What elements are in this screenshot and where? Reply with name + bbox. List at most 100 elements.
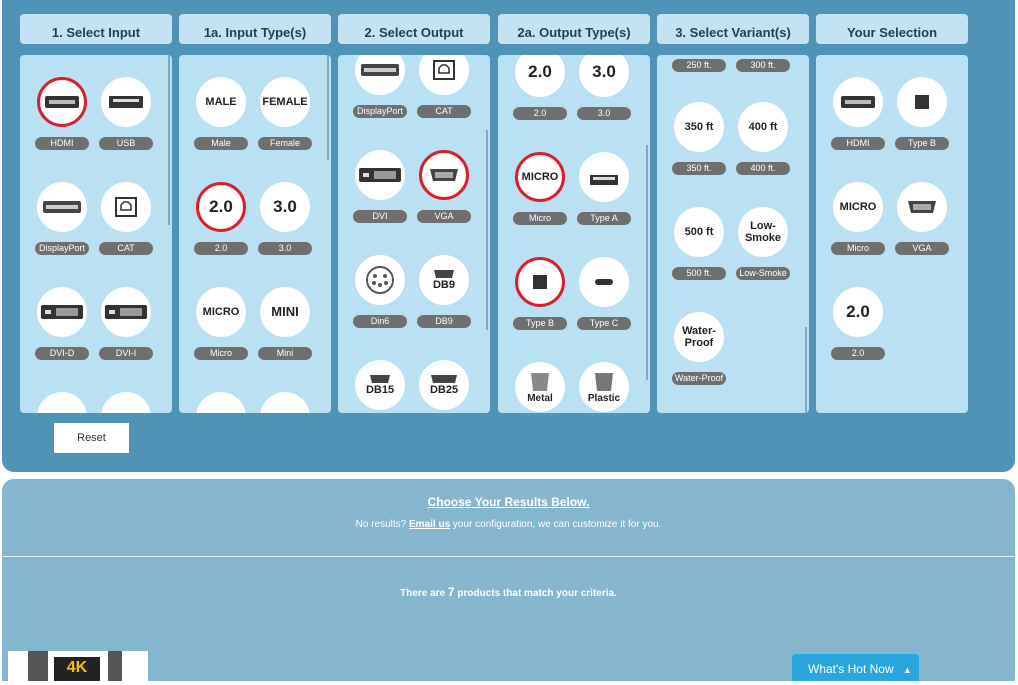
option-label: Type B — [895, 137, 949, 150]
option-female[interactable]: FEMALE Female — [253, 77, 317, 150]
version-2-0-icon: 2.0 — [196, 182, 246, 232]
product-thumbnail[interactable]: 4K — [8, 651, 148, 681]
option-usb[interactable]: USB — [94, 77, 158, 150]
column-header-select-input: 1. Select Input — [20, 14, 172, 44]
option-400ft[interactable]: 400 ft 400 ft. — [731, 102, 795, 175]
option-label: Micro — [513, 212, 567, 225]
scrollbar[interactable] — [646, 145, 648, 380]
option-label: USB — [99, 137, 153, 150]
water-proof-icon: Water-Proof — [674, 312, 724, 362]
option-label: CAT — [417, 105, 471, 118]
option-metal[interactable]: Metal — [508, 362, 572, 412]
cat-icon — [419, 55, 469, 95]
option-din6[interactable]: Din6 — [348, 255, 412, 328]
option-label: 3.0 — [577, 107, 631, 120]
option-displayport[interactable]: DisplayPort — [30, 182, 94, 255]
option-plastic[interactable]: Plastic — [572, 362, 636, 412]
option-dvi[interactable]: DVI — [348, 150, 412, 223]
option-2-0[interactable]: 2.0 2.0 — [189, 182, 253, 255]
output-type-list[interactable]: 2.0 2.0 3.0 3.0 MICRO Micro Type A Type … — [498, 55, 650, 413]
reset-button[interactable]: Reset — [54, 423, 129, 453]
option-hdmi[interactable]: HDMI — [30, 77, 94, 150]
option-micro[interactable]: MICRO Micro — [508, 152, 572, 225]
option-more[interactable] — [94, 392, 158, 413]
option-label: Female — [258, 137, 312, 150]
option-type-b[interactable]: Type B — [508, 257, 572, 330]
results-heading[interactable]: Choose Your Results Below. — [2, 495, 1015, 509]
scrollbar[interactable] — [327, 55, 329, 160]
option-water-proof[interactable]: Water-Proof Water-Proof — [667, 312, 731, 385]
usb-type-b-icon — [260, 392, 310, 413]
option-more[interactable] — [253, 392, 317, 413]
option-mini[interactable]: MINI Mini — [253, 287, 317, 360]
connector-icon — [101, 392, 151, 413]
variant-list[interactable]: 250 ft. 300 ft. 350 ft 350 ft. 400 ft 40… — [657, 55, 809, 413]
cat-icon — [101, 182, 151, 232]
option-db25[interactable]: DB25 — [412, 360, 476, 410]
option-350ft[interactable]: 350 ft 350 ft. — [667, 102, 731, 175]
selected-2-0[interactable]: 2.0 2.0 — [826, 287, 890, 360]
option-db15[interactable]: DB15 — [348, 360, 412, 410]
option-cat[interactable]: CAT — [412, 55, 476, 118]
selected-type-b[interactable]: Type B — [890, 77, 954, 150]
column-header-select-output: 2. Select Output — [338, 14, 490, 44]
option-micro[interactable]: MICRO Micro — [189, 287, 253, 360]
divider — [2, 556, 1015, 557]
connector-icon — [37, 392, 87, 413]
usb-icon — [101, 77, 151, 127]
option-type-c[interactable]: Type C — [572, 257, 636, 330]
option-300ft[interactable]: 300 ft. — [731, 55, 795, 72]
input-list[interactable]: HDMI USB DisplayPort CAT DVI-D DVI-I — [20, 55, 172, 413]
selected-micro[interactable]: MICRO Micro — [826, 182, 890, 255]
option-2-0[interactable]: 2.0 2.0 — [508, 55, 572, 120]
option-label: Mini — [258, 347, 312, 360]
scrollbar[interactable] — [486, 130, 488, 330]
subtext-prefix: No results? — [355, 519, 409, 530]
output-list[interactable]: DisplayPort CAT DVI VGA Din6 DB9 DB9 DB1… — [338, 55, 490, 413]
micro-text-icon: MICRO — [196, 287, 246, 337]
db15-text: DB15 — [365, 383, 395, 396]
option-label: Water-Proof — [672, 372, 726, 385]
selection-list: HDMI Type B MICRO Micro VGA 2.0 2.0 — [816, 55, 968, 413]
option-label: Type A — [577, 212, 631, 225]
option-more[interactable] — [189, 392, 253, 413]
count-suffix: products that match your criteria. — [454, 588, 617, 599]
option-type-a[interactable]: Type A — [572, 152, 636, 225]
subtext-suffix: your configuration, we can customize it … — [450, 519, 662, 530]
option-db9[interactable]: DB9 DB9 — [412, 255, 476, 328]
db9-text: DB9 — [432, 278, 455, 291]
option-dvi-i[interactable]: DVI-I — [94, 287, 158, 360]
selected-vga[interactable]: VGA — [890, 182, 954, 255]
option-500ft[interactable]: 500 ft 500 ft. — [667, 207, 731, 280]
displayport-icon — [37, 182, 87, 232]
usb-type-b-icon — [515, 257, 565, 307]
option-dvi-d[interactable]: DVI-D — [30, 287, 94, 360]
option-vga[interactable]: VGA — [412, 150, 476, 223]
selected-hdmi[interactable]: HDMI — [826, 77, 890, 150]
input-type-list[interactable]: MALE Male FEMALE Female 2.0 2.0 3.0 3.0 … — [179, 55, 331, 413]
option-low-smoke[interactable]: Low-Smoke Low-Smoke — [731, 207, 795, 280]
option-displayport[interactable]: DisplayPort — [348, 55, 412, 118]
length-500-icon: 500 ft — [674, 207, 724, 257]
option-label: Low-Smoke — [736, 267, 790, 280]
email-us-link[interactable]: Email us — [409, 519, 450, 530]
whats-hot-now-tab[interactable]: What's Hot Now ▲ — [792, 654, 919, 681]
option-label: VGA — [417, 210, 471, 223]
option-label: VGA — [895, 242, 949, 255]
scrollbar[interactable] — [805, 327, 807, 413]
plastic-hood-icon: Plastic — [579, 362, 629, 412]
option-cat[interactable]: CAT — [94, 182, 158, 255]
version-2-0-icon: 2.0 — [515, 55, 565, 97]
option-3-0[interactable]: 3.0 3.0 — [572, 55, 636, 120]
option-250ft[interactable]: 250 ft. — [667, 55, 731, 72]
option-more[interactable] — [30, 392, 94, 413]
db15-icon: DB15 — [355, 360, 405, 410]
scrollbar[interactable] — [168, 55, 170, 225]
option-3-0[interactable]: 3.0 3.0 — [253, 182, 317, 255]
option-male[interactable]: MALE Male — [189, 77, 253, 150]
results-panel: Choose Your Results Below. No results? E… — [2, 479, 1015, 681]
caret-up-icon: ▲ — [903, 665, 912, 675]
option-label: 2.0 — [194, 242, 248, 255]
option-label: DisplayPort — [35, 242, 89, 255]
usb-type-a-icon — [579, 152, 629, 202]
